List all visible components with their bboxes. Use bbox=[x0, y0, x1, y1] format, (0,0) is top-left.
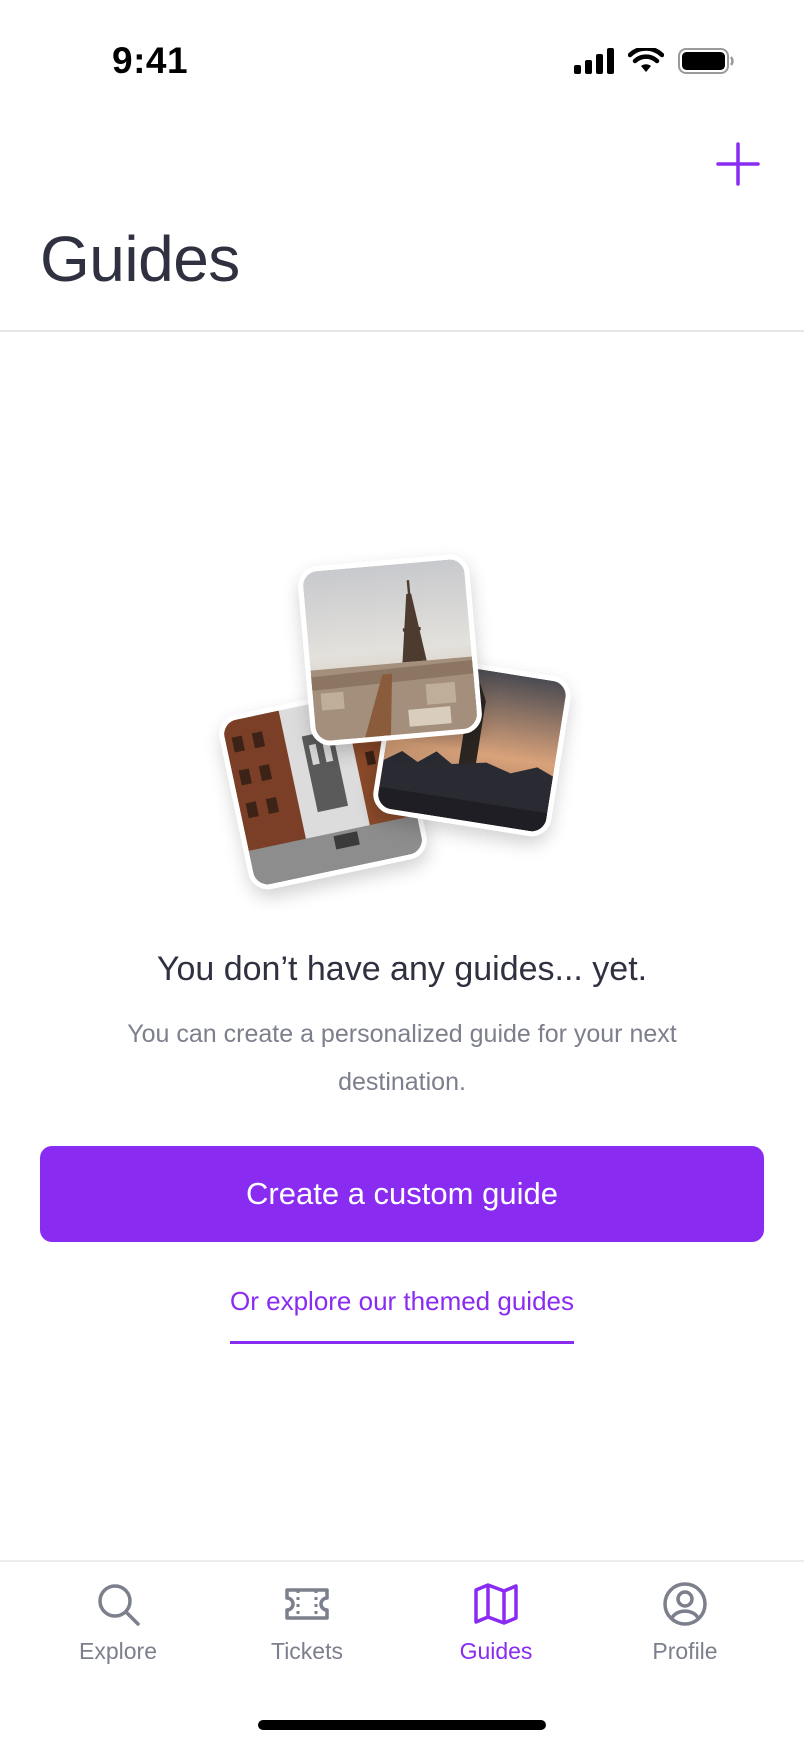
photo-paris bbox=[296, 552, 484, 748]
profile-icon bbox=[663, 1582, 707, 1626]
tab-explore-label: Explore bbox=[79, 1638, 157, 1664]
status-bar: 9:41 bbox=[0, 0, 804, 130]
create-custom-guide-button[interactable]: Create a custom guide bbox=[40, 1146, 764, 1242]
tab-explore[interactable]: Explore bbox=[23, 1578, 213, 1688]
wifi-icon bbox=[628, 48, 664, 72]
search-icon bbox=[98, 1584, 140, 1626]
empty-state-subtitle: You can create a personalized guide for … bbox=[127, 1020, 677, 1096]
plus-icon bbox=[716, 142, 760, 186]
page-title: Guides bbox=[40, 223, 240, 295]
tab-profile-label: Profile bbox=[652, 1638, 718, 1664]
add-guide-button[interactable] bbox=[714, 140, 762, 188]
battery-icon bbox=[678, 48, 734, 74]
map-icon bbox=[474, 1583, 518, 1625]
home-indicator bbox=[258, 1720, 546, 1730]
tab-guides-label: Guides bbox=[459, 1638, 533, 1664]
empty-state-illustration bbox=[215, 548, 600, 908]
signal-icon bbox=[574, 48, 614, 74]
explore-themed-guides-link[interactable]: Or explore our themed guides bbox=[0, 1286, 804, 1344]
header-divider bbox=[0, 330, 804, 332]
tab-tickets[interactable]: Tickets bbox=[212, 1578, 402, 1688]
status-icons bbox=[574, 48, 734, 74]
tab-guides[interactable]: Guides bbox=[401, 1578, 591, 1688]
empty-state-title: You don’t have any guides... yet. bbox=[156, 950, 648, 988]
explore-themed-guides-label: Or explore our themed guides bbox=[230, 1286, 574, 1344]
status-time: 9:41 bbox=[112, 40, 189, 81]
tab-profile[interactable]: Profile bbox=[590, 1578, 780, 1688]
tab-tickets-label: Tickets bbox=[271, 1638, 343, 1664]
ticket-icon bbox=[285, 1588, 329, 1620]
